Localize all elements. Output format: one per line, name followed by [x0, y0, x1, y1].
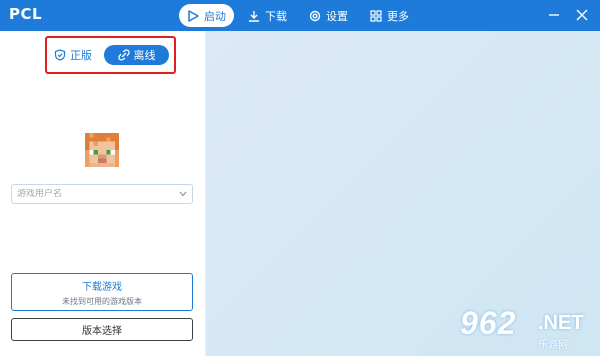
link-broken-icon	[117, 49, 130, 61]
nav-item-label: 更多	[387, 9, 409, 23]
nav-item-launch[interactable]: 启动	[179, 4, 234, 27]
nav-item-label: 启动	[204, 9, 226, 23]
chevron-down-icon[interactable]	[179, 191, 187, 197]
nav-item-label: 设置	[326, 9, 348, 23]
top-nav: 启动 下载 设置 更多	[179, 4, 423, 27]
nav-item-download[interactable]: 下载	[240, 4, 295, 27]
version-select-label: 版本选择	[82, 326, 122, 337]
watermark-number: 962	[460, 305, 517, 341]
nav-item-settings[interactable]: 设置	[301, 4, 356, 27]
shield-icon	[54, 49, 66, 61]
mode-offline-label: 离线	[133, 49, 156, 62]
username-field[interactable]	[11, 184, 193, 204]
watermark-sub: 乐游网	[538, 340, 568, 351]
mode-offline-button[interactable]: 离线	[104, 45, 169, 65]
steve-head-avatar	[85, 133, 119, 167]
download-game-sublabel: 未找到可用的游戏版本	[62, 296, 142, 306]
nav-item-label: 下载	[265, 9, 287, 23]
mode-genuine-label: 正版	[70, 49, 92, 62]
close-icon[interactable]	[573, 6, 591, 24]
grid-icon	[370, 9, 382, 22]
mode-genuine-button[interactable]: 正版	[54, 46, 92, 64]
title-bar: PCL 启动 下载 设置 更多	[0, 0, 600, 31]
nav-item-more[interactable]: 更多	[362, 4, 417, 27]
watermark-net: .NET	[538, 312, 584, 334]
version-select-button[interactable]: 版本选择	[11, 318, 193, 341]
username-input[interactable]	[17, 189, 177, 199]
play-icon	[188, 9, 199, 22]
download-game-label: 下载游戏	[82, 281, 122, 293]
download-game-button[interactable]: 下载游戏 未找到可用的游戏版本	[11, 273, 193, 311]
watermark: 962 .NET 乐游网	[460, 305, 590, 351]
app-title: PCL	[9, 5, 43, 23]
download-icon	[249, 10, 259, 22]
gear-icon	[309, 10, 321, 21]
minimize-icon[interactable]	[545, 6, 563, 24]
